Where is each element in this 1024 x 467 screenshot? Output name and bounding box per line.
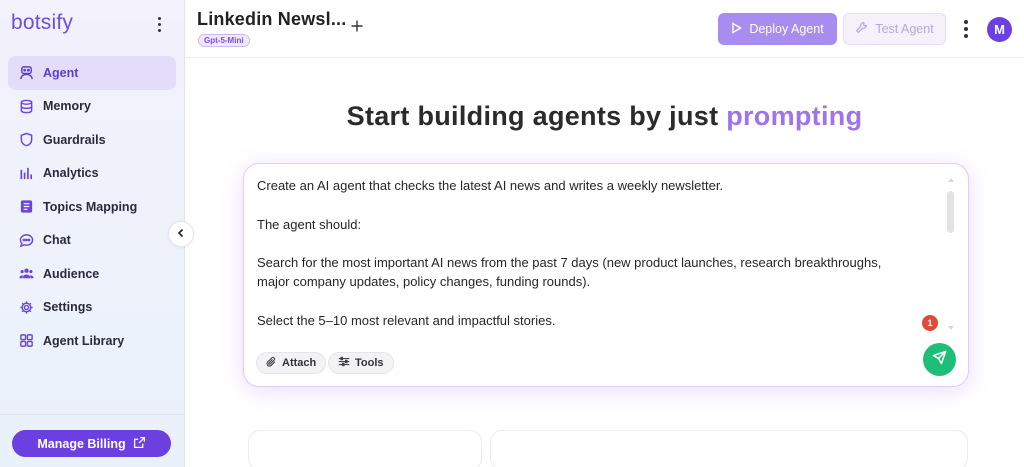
sidebar: botsify Agent Memory Guardrails Analytic…: [0, 0, 185, 467]
tools-button[interactable]: Tools: [328, 352, 394, 374]
prompt-line: Search for the most important AI news fr…: [257, 255, 882, 271]
sidebar-nav: Agent Memory Guardrails Analytics Topics…: [8, 56, 176, 358]
sidebar-item-label: Topics Mapping: [43, 199, 138, 214]
top-bar: Linkedin Newsl... Gpt-5-Mini Deploy Agen…: [185, 0, 1024, 58]
prompt-line: The agent should:: [257, 216, 362, 232]
avatar[interactable]: M: [987, 17, 1012, 42]
test-agent-label: Test Agent: [875, 22, 934, 36]
sidebar-item-label: Chat: [43, 233, 71, 248]
suggestion-card[interactable]: [490, 430, 968, 467]
prompt-line: [257, 195, 947, 214]
collapse-sidebar-button[interactable]: [168, 221, 194, 247]
sidebar-item-label: Analytics: [43, 166, 99, 181]
more-options-icon[interactable]: [961, 19, 971, 39]
prompt-line: [257, 234, 947, 253]
manage-billing-label: Manage Billing: [37, 436, 126, 451]
scrollbar-thumb[interactable]: [947, 191, 954, 233]
attach-button[interactable]: Attach: [256, 352, 327, 374]
sidebar-item-label: Settings: [43, 300, 93, 315]
deploy-agent-button[interactable]: Deploy Agent: [718, 13, 837, 45]
prompt-textarea[interactable]: Create an AI agent that checks the lates…: [257, 176, 947, 336]
document-icon: [18, 199, 34, 215]
chevron-left-icon: [176, 225, 186, 243]
wrench-icon: [855, 21, 868, 37]
sidebar-item-agent[interactable]: Agent: [8, 56, 176, 90]
sidebar-item-label: Agent Library: [43, 333, 125, 348]
sliders-icon: [338, 356, 350, 370]
manage-billing-button[interactable]: Manage Billing: [12, 430, 171, 457]
sidebar-item-chat[interactable]: Chat: [8, 224, 176, 258]
sidebar-item-settings[interactable]: Settings: [8, 291, 176, 325]
scroll-down-arrow-icon[interactable]: [948, 326, 954, 330]
database-icon: [18, 98, 34, 114]
sidebar-item-analytics[interactable]: Analytics: [8, 157, 176, 191]
prompt-composer: Create an AI agent that checks the lates…: [243, 163, 969, 387]
headline-accent: prompting: [726, 101, 863, 131]
sidebar-item-label: Audience: [43, 266, 100, 281]
sidebar-item-agent-library[interactable]: Agent Library: [8, 324, 176, 358]
agent-title[interactable]: Linkedin Newsl...: [197, 9, 346, 30]
paperclip-icon: [266, 356, 277, 371]
sidebar-item-topics-mapping[interactable]: Topics Mapping: [8, 190, 176, 224]
robot-icon: [18, 65, 34, 81]
sidebar-menu-icon[interactable]: [150, 14, 168, 34]
headline-text: Start building agents by just: [346, 101, 719, 131]
sidebar-item-audience[interactable]: Audience: [8, 257, 176, 291]
attach-label: Attach: [282, 357, 317, 369]
prompt-line: Select the 5–10 most relevant and impact…: [257, 313, 556, 329]
send-button[interactable]: [923, 343, 956, 376]
prompt-line: Create an AI agent that checks the lates…: [257, 178, 724, 193]
grid-icon: [18, 333, 34, 349]
sidebar-item-guardrails[interactable]: Guardrails: [8, 123, 176, 157]
sidebar-item-label: Memory: [43, 99, 91, 114]
prompt-scrollbar[interactable]: [947, 178, 955, 332]
shield-icon: [18, 132, 34, 148]
sidebar-item-label: Agent: [43, 65, 79, 80]
plus-icon: [349, 20, 365, 38]
prompt-line: major company updates, policy changes, f…: [257, 274, 591, 290]
suggestion-card[interactable]: [248, 430, 482, 467]
play-icon: [731, 21, 743, 37]
bar-chart-icon: [18, 165, 34, 181]
sidebar-item-memory[interactable]: Memory: [8, 90, 176, 124]
chat-bubble-icon: [18, 232, 34, 248]
gear-icon: [18, 299, 34, 315]
scroll-up-arrow-icon[interactable]: [948, 178, 954, 182]
tools-label: Tools: [355, 357, 384, 369]
notification-badge[interactable]: 1: [922, 315, 938, 331]
prompt-line: [257, 292, 947, 311]
external-link-icon: [133, 436, 146, 452]
send-icon: [932, 350, 947, 370]
page-headline: Start building agents by just prompting: [185, 101, 1024, 132]
test-agent-button[interactable]: Test Agent: [843, 13, 946, 45]
sidebar-item-label: Guardrails: [43, 132, 106, 147]
deploy-agent-label: Deploy Agent: [749, 22, 824, 36]
users-icon: [18, 266, 34, 282]
sidebar-footer: Manage Billing: [0, 414, 185, 467]
new-tab-button[interactable]: [349, 18, 365, 34]
model-badge: Gpt-5-Mini: [198, 34, 250, 47]
brand-logo[interactable]: botsify: [11, 11, 73, 35]
